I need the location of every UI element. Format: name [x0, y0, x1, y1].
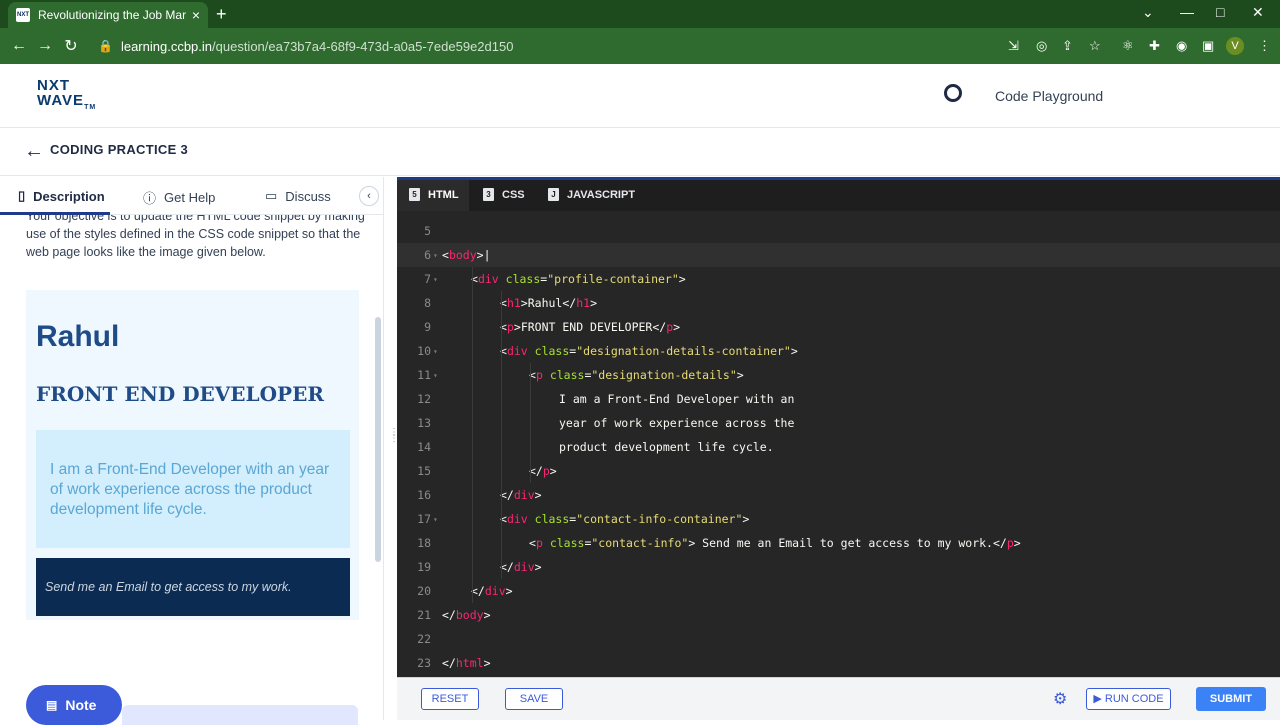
code-line: 9 <p>FRONT END DEVELOPER</p> [424, 320, 681, 334]
description-panel: Your objective is to update the HTML cod… [0, 177, 384, 720]
url-path: /question/ea73b7a4-68f9-473d-a0a5-7ede59… [212, 38, 514, 54]
objective-text: Your objective is to update the HTML cod… [26, 209, 365, 259]
react-extension-icon[interactable]: ⚛ [1122, 38, 1134, 54]
site-header: NXT WAVETM Code Playground [0, 64, 1280, 128]
minimize-button[interactable]: — [1180, 4, 1194, 20]
collapse-panel-button[interactable]: ‹ [359, 186, 379, 206]
forward-icon[interactable]: → [32, 37, 58, 55]
back-arrow-icon[interactable]: ← [24, 140, 44, 163]
side-panel-icon[interactable]: ▣ [1202, 38, 1214, 54]
reset-button[interactable]: RESET [421, 688, 479, 710]
code-playground-link[interactable]: Code Playground [995, 88, 1103, 104]
code-line: 20 </div> [417, 584, 513, 598]
tab-description[interactable]: ▯ Description [18, 188, 105, 204]
preview-role: FRONT END DEVELOPER [36, 382, 324, 406]
indent-guide [530, 363, 531, 483]
url-field[interactable]: 🔒 learning.ccbp.in /question/ea73b7a4-68… [90, 32, 1110, 60]
html5-icon: 5 [409, 188, 420, 201]
code-line: 10 ▾ <div class="designation-details-cont… [417, 344, 798, 358]
code-line: 6 ▾ <body>| [397, 243, 1280, 267]
extensions-puzzle-icon[interactable]: ✚ [1149, 38, 1160, 54]
lock-icon: 🔒 [98, 39, 113, 53]
bookmark-star-icon[interactable]: ☆ [1089, 38, 1101, 54]
menu-kebab-icon[interactable]: ⋮ [1258, 38, 1271, 54]
nxtwave-logo[interactable]: NXT WAVETM [37, 78, 96, 115]
question-icon: ⓘ [143, 191, 157, 206]
profile-avatar[interactable]: V [1226, 37, 1244, 55]
code-line: 17 ▾ <div class="contact-info-container"> [417, 512, 750, 526]
install-icon[interactable]: ⇲ [1008, 38, 1019, 54]
editor-action-bar: RESET SAVE ⚙ ▶ RUN CODE SUBMIT [397, 677, 1280, 720]
extension-icon[interactable]: ◉ [1176, 38, 1187, 54]
address-bar-row: ← → ↻ 🔒 learning.ccbp.in /question/ea73b… [0, 28, 1280, 64]
tab-css[interactable]: 3 CSS [483, 188, 525, 201]
settings-gear-icon[interactable]: ⚙ [1053, 689, 1067, 709]
preview-designation-box: I am a Front-End Developer with an year … [36, 430, 350, 548]
maximize-button[interactable]: □ [1216, 4, 1224, 20]
left-tabs: ▯ Description ⓘ Get Help ▭ Discuss ‹ [0, 177, 383, 215]
code-editor: 5 HTML 3 CSS J JAVASCRIPT 5 6 ▾ <body>| 7… [397, 177, 1280, 677]
browser-tab-bar: NXT Revolutionizing the Job Market | × +… [0, 0, 1280, 28]
preview-contact: Send me an Email to get access to my wor… [45, 580, 292, 594]
code-line: 5 [424, 224, 431, 238]
code-line: 18 <p class="contact-info"> Send me an E… [417, 536, 1021, 550]
editor-tabs: 5 HTML 3 CSS J JAVASCRIPT [397, 177, 1280, 211]
reload-icon[interactable]: ↻ [58, 36, 84, 56]
js-file-icon: J [548, 188, 559, 201]
code-line: 22 [417, 632, 431, 646]
new-tab-button[interactable]: + [216, 4, 227, 25]
expected-output-image: Rahul FRONT END DEVELOPER I am a Front-E… [26, 290, 359, 620]
tab-title: Revolutionizing the Job Market | [38, 8, 186, 22]
close-tab-icon[interactable]: × [192, 7, 200, 23]
tab-javascript[interactable]: J JAVASCRIPT [548, 188, 635, 201]
preview-description: I am a Front-End Developer with an year … [50, 461, 330, 518]
tab-discuss[interactable]: ▭ Discuss [265, 188, 331, 204]
indent-guide [472, 267, 473, 603]
page-title: CODING PRACTICE 3 [50, 142, 189, 157]
url-host: learning.ccbp.in [120, 38, 213, 54]
close-window-button[interactable]: ✕ [1252, 4, 1264, 21]
code-line: 21 </body> [417, 608, 491, 622]
save-button[interactable]: SAVE [505, 688, 563, 710]
tab-html[interactable]: 5 HTML [409, 188, 459, 201]
tab-search-icon[interactable]: ⌄ [1142, 4, 1154, 21]
code-line: 8 <h1>Rahul</h1> [424, 296, 598, 310]
run-code-button[interactable]: ▶ RUN CODE [1086, 688, 1171, 710]
document-icon: ▯ [18, 188, 26, 203]
tab-get-help[interactable]: ⓘ Get Help [143, 188, 215, 207]
css3-icon: 3 [483, 188, 494, 201]
code-line: 7 ▾ <div class="profile-container"> [424, 272, 686, 286]
code-line: 19 </div> [417, 560, 542, 574]
practice-header: ← CODING PRACTICE 3 [0, 128, 1280, 176]
favicon-icon: NXT [16, 8, 30, 22]
indent-guide [501, 291, 502, 579]
share-icon[interactable]: ⇪ [1062, 38, 1073, 54]
code-line: 16 </div> [417, 488, 542, 502]
preview-name: Rahul [36, 320, 120, 353]
code-area[interactable]: 5 6 ▾ <body>| 7 ▾ <div class="profile-cont… [397, 219, 1280, 677]
comment-icon: ▭ [265, 188, 278, 203]
eye-off-icon[interactable]: ◎ [1036, 38, 1047, 54]
code-line: 23 </html> [417, 656, 491, 670]
resize-handle[interactable]: ⋮ ⋮ [389, 428, 399, 460]
note-strip [122, 705, 358, 725]
active-tab-indicator [0, 212, 110, 215]
submit-button[interactable]: SUBMIT [1196, 687, 1266, 711]
note-icon: ▤ [46, 698, 58, 712]
stopwatch-icon[interactable] [944, 84, 962, 102]
back-icon[interactable]: ← [6, 37, 32, 55]
preview-contact-box: Send me an Email to get access to my wor… [36, 558, 350, 616]
note-button[interactable]: ▤ Note [26, 685, 122, 725]
panel-scrollbar[interactable] [375, 317, 381, 562]
browser-tab[interactable]: NXT Revolutionizing the Job Market | × [8, 2, 208, 28]
